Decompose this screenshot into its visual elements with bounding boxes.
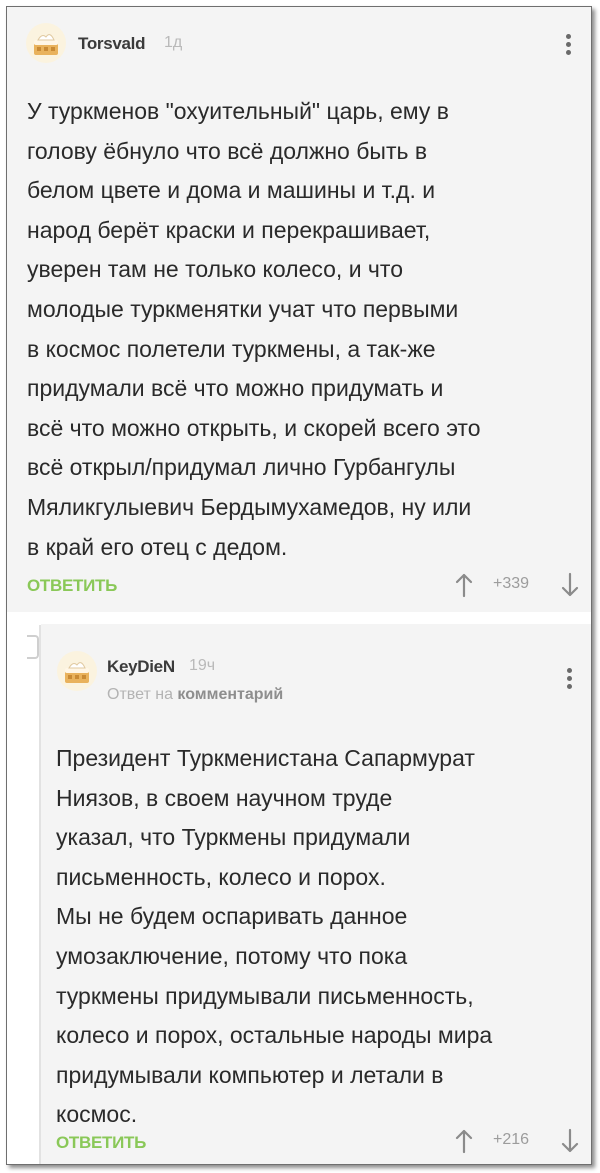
comment-text: У туркменов "охуительный" царь, ему в го… xyxy=(27,98,481,560)
more-options-icon[interactable] xyxy=(563,666,575,692)
comment-author[interactable]: KeyDieN xyxy=(107,657,175,677)
vote-controls: +216 xyxy=(455,1128,581,1154)
downvote-icon[interactable] xyxy=(561,1128,579,1154)
avatar[interactable] xyxy=(26,23,66,63)
reply-to-link[interactable]: комментарий xyxy=(177,686,283,703)
thread-branch[interactable] xyxy=(27,635,39,659)
upvote-icon[interactable] xyxy=(455,1128,473,1154)
downvote-icon[interactable] xyxy=(561,572,579,598)
more-options-icon[interactable] xyxy=(562,32,574,58)
comment-author[interactable]: Torsvald xyxy=(78,34,146,54)
upvote-icon[interactable] xyxy=(455,572,473,598)
reply-to-prefix: Ответ на xyxy=(107,686,173,703)
comment-text: Президент Туркменистана Сапармурат Ниязо… xyxy=(56,745,493,1128)
comments-screenshot: Torsvald 1д У туркменов "охуительный" ца… xyxy=(6,6,592,1165)
comment-score: +216 xyxy=(493,1131,530,1148)
comment-card: Torsvald 1д У туркменов "охуительный" ца… xyxy=(7,7,591,612)
comment-time: 19ч xyxy=(189,657,216,674)
vote-controls: +339 xyxy=(455,572,581,598)
cake-icon xyxy=(34,34,58,55)
reply-comment-card: KeyDieN 19ч Ответ на комментарий Президе… xyxy=(41,624,591,1164)
avatar[interactable] xyxy=(57,651,97,691)
reply-button[interactable]: ОТВЕТИТЬ xyxy=(56,1133,146,1153)
comment-time: 1д xyxy=(164,34,183,51)
comment-score: +339 xyxy=(493,575,530,592)
reply-to-label: Ответ на комментарий xyxy=(107,686,283,704)
reply-button[interactable]: ОТВЕТИТЬ xyxy=(27,576,117,596)
cake-icon xyxy=(65,662,89,683)
